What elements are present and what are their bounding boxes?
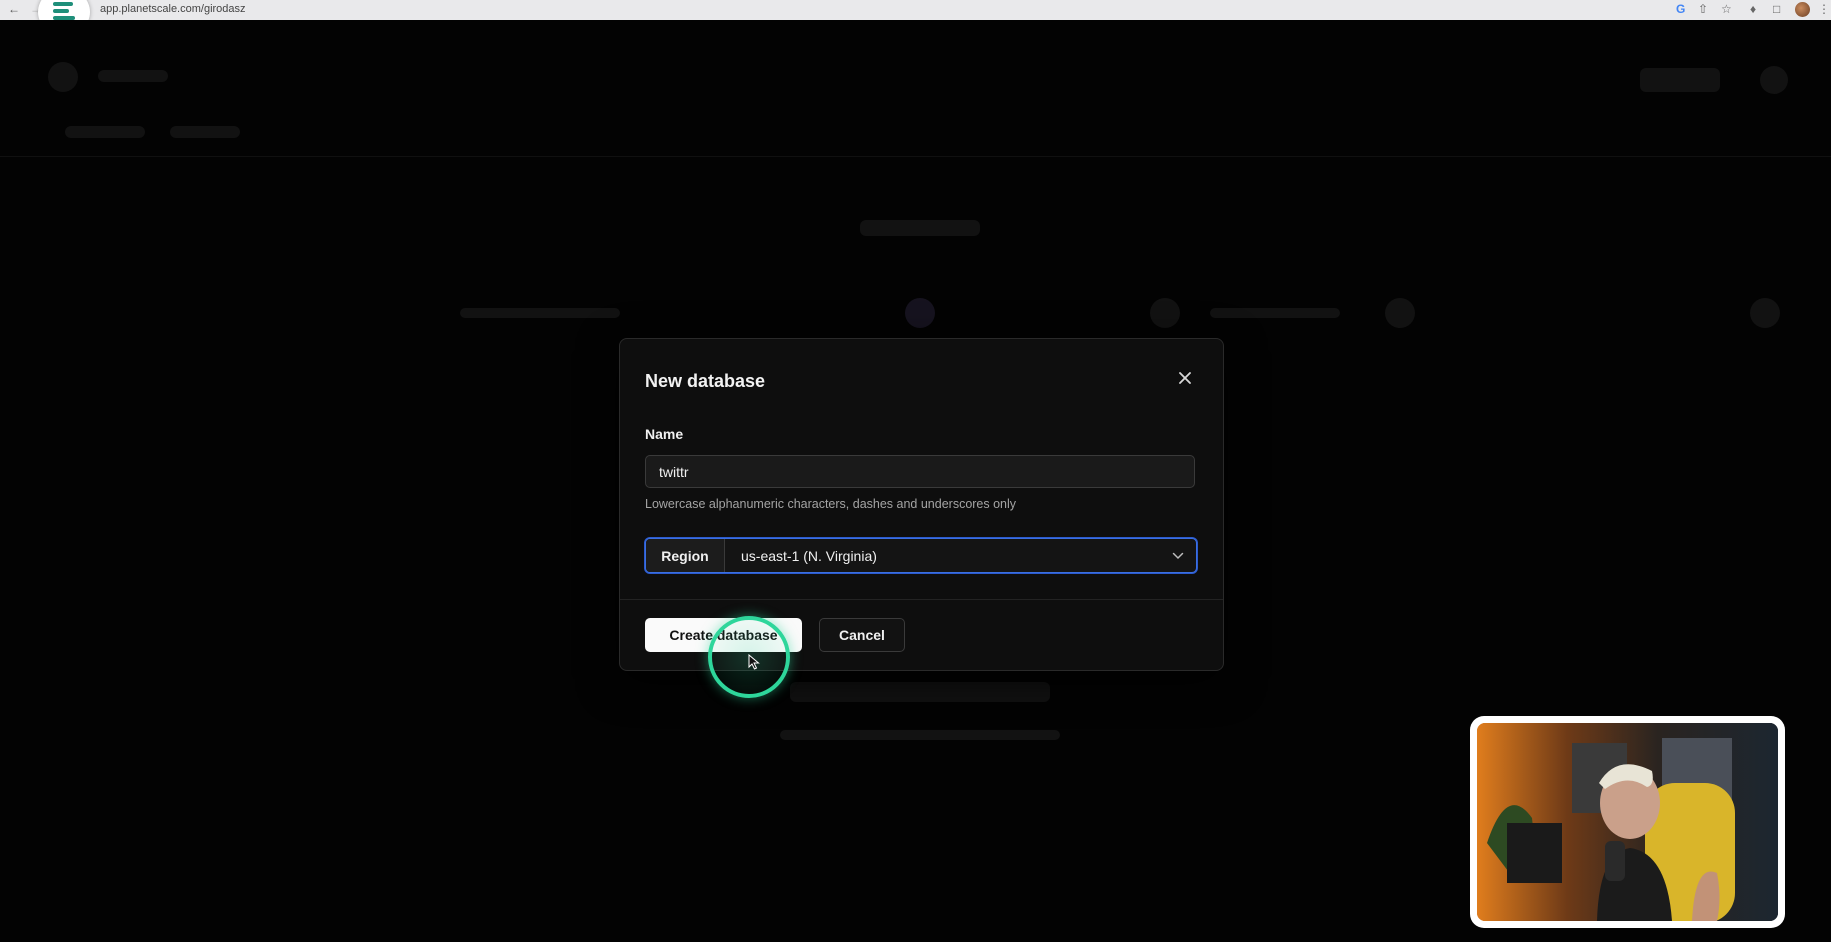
presenter-video-frame — [1477, 723, 1778, 921]
bg-cta-button — [790, 682, 1050, 702]
region-select[interactable]: Region us-east-1 (N. Virginia) — [645, 538, 1197, 573]
region-selected-value: us-east-1 (N. Virginia) — [741, 547, 877, 564]
region-label: Region — [646, 539, 725, 572]
bg-header-avatar — [1760, 66, 1788, 94]
webcam-overlay — [1470, 716, 1785, 928]
google-icon[interactable]: G — [1676, 2, 1685, 16]
bg-step-icon-2 — [1150, 298, 1180, 328]
cancel-button[interactable]: Cancel — [819, 618, 905, 652]
back-icon[interactable]: ← — [8, 2, 20, 16]
create-database-button[interactable]: Create database — [645, 618, 802, 652]
sidebar-icon[interactable]: □ — [1773, 2, 1780, 16]
bg-org-avatar — [48, 62, 78, 92]
bg-cta-caption — [780, 730, 1060, 740]
database-name-input[interactable] — [645, 455, 1195, 488]
bg-step-icon-4 — [1750, 298, 1780, 328]
chevron-down-icon — [1160, 539, 1196, 572]
close-icon — [1179, 372, 1191, 384]
address-bar[interactable]: app.planetscale.com/girodasz — [100, 3, 246, 15]
webcam-video — [1477, 723, 1778, 921]
bg-divider — [0, 156, 1831, 157]
bookmark-star-icon[interactable]: ☆ — [1721, 2, 1732, 16]
extensions-icon[interactable]: ♦ — [1750, 2, 1756, 16]
dialog-divider — [620, 599, 1223, 600]
name-label: Name — [645, 426, 684, 442]
bg-step-1 — [460, 308, 620, 318]
name-help-text: Lowercase alphanumeric characters, dashe… — [645, 497, 1017, 511]
mouse-cursor-icon — [748, 654, 760, 670]
bg-step-2 — [1210, 308, 1340, 318]
bg-step-icon-3 — [1385, 298, 1415, 328]
bg-heading — [860, 220, 980, 236]
profile-avatar[interactable] — [1795, 2, 1810, 17]
bg-org-name — [98, 70, 168, 82]
bg-step-icon — [905, 298, 935, 328]
bg-tab-1 — [65, 126, 145, 138]
more-menu-icon[interactable]: ⋮ — [1818, 2, 1830, 16]
bg-header-button — [1640, 68, 1720, 92]
close-button[interactable] — [1172, 365, 1198, 391]
browser-toolbar: ← → app.planetscale.com/girodasz G ⇧ ☆ ♦… — [0, 0, 1831, 21]
bg-tab-2 — [170, 126, 240, 138]
share-icon[interactable]: ⇧ — [1698, 2, 1708, 16]
new-database-dialog: New database Name Lowercase alphanumeric… — [619, 338, 1224, 671]
dialog-title: New database — [645, 371, 766, 391]
